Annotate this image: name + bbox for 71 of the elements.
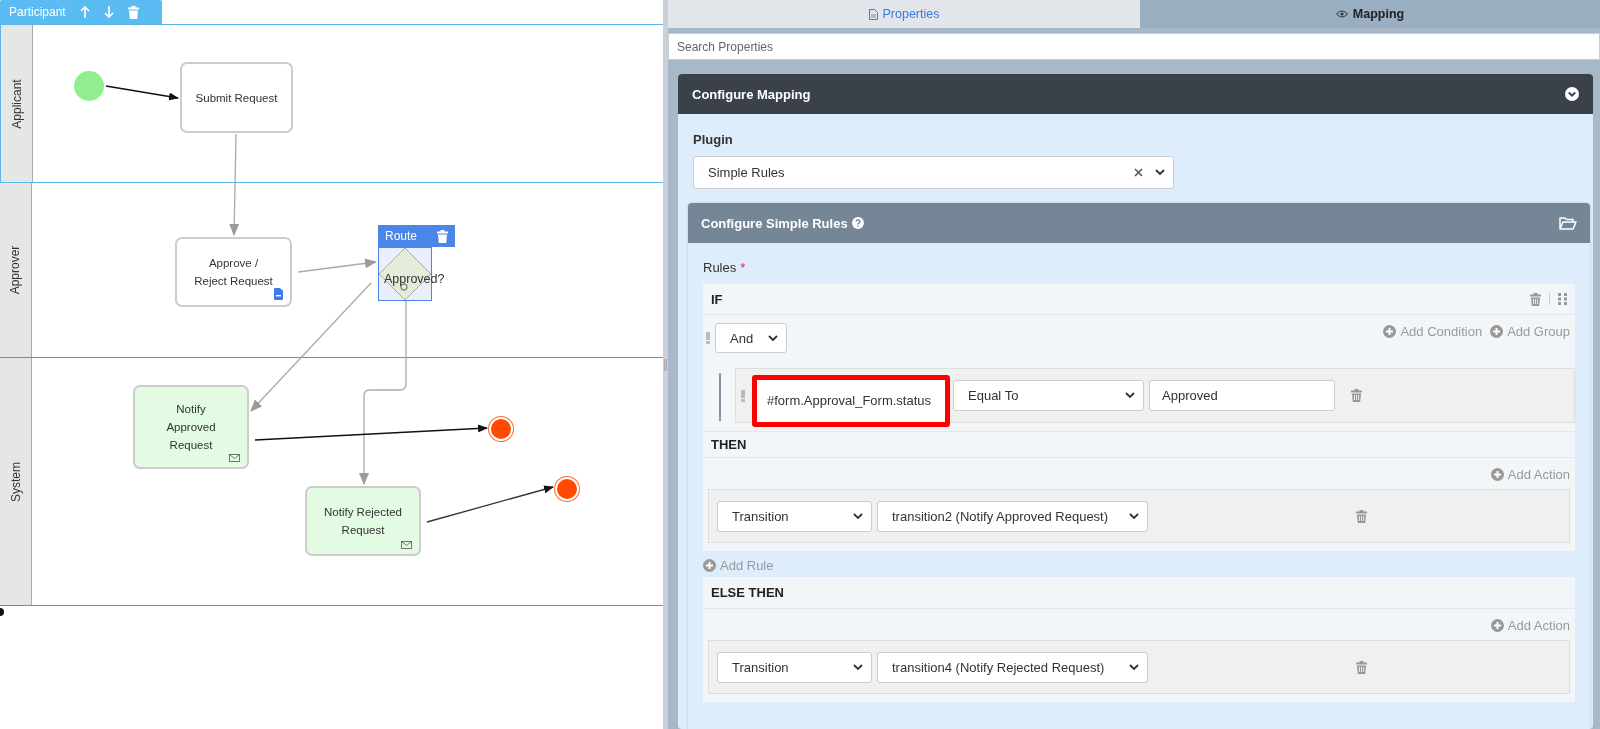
caret-icon xyxy=(1155,169,1165,176)
task-node[interactable]: Notify Rejected Request xyxy=(305,486,421,556)
card-header[interactable]: Configure Mapping xyxy=(678,74,1593,114)
task-label: Notify Approved Request xyxy=(165,402,217,453)
search-field[interactable]: Search Properties xyxy=(668,33,1600,60)
drag-dots-icon[interactable] xyxy=(1558,293,1567,305)
sequence-flow-arrow[interactable] xyxy=(254,424,488,441)
sequence-flow-arrow[interactable] xyxy=(105,85,179,101)
end-event[interactable] xyxy=(555,477,579,501)
lane-label: Applicant xyxy=(9,78,24,129)
plus-circle-icon xyxy=(703,558,716,572)
trash-icon[interactable] xyxy=(1530,292,1541,306)
plus-circle-icon xyxy=(1383,325,1397,338)
toolbar-label: Participant xyxy=(9,5,66,19)
task-label: Approve / Reject Request xyxy=(193,256,274,289)
sequence-flow-arrow[interactable] xyxy=(426,485,554,523)
plugin-dropdown[interactable]: Simple Rules xyxy=(693,156,1174,189)
toolbar-label: Route xyxy=(385,229,418,243)
task-node[interactable]: Submit Request xyxy=(180,62,293,133)
lane-label: System xyxy=(8,461,23,502)
caret-icon xyxy=(1129,663,1139,671)
clear-icon[interactable] xyxy=(1134,168,1143,177)
caret-icon xyxy=(1129,512,1139,520)
trash-icon[interactable] xyxy=(1351,389,1362,402)
condition-field[interactable]: #form.Approval_Form.status xyxy=(752,374,950,427)
envelope-icon xyxy=(229,454,240,462)
caret-icon xyxy=(768,334,778,342)
arrow-down-icon[interactable] xyxy=(103,6,114,18)
value-field[interactable]: Approved xyxy=(1149,380,1335,411)
action-type-dropdown[interactable]: Transition xyxy=(717,651,872,683)
section-heading: THEN xyxy=(711,437,747,452)
trash-icon[interactable] xyxy=(1356,509,1367,523)
start-event[interactable] xyxy=(74,71,104,101)
arrow-up-icon[interactable] xyxy=(79,6,90,18)
comparison-dropdown[interactable]: Equal To xyxy=(953,380,1144,411)
caret-icon xyxy=(853,512,863,520)
plus-circle-icon xyxy=(1490,467,1504,481)
end-event[interactable] xyxy=(489,417,513,441)
section-heading: IF xyxy=(711,291,723,307)
task-node[interactable]: Approve / Reject Request xyxy=(175,237,292,307)
folder-open-icon[interactable] xyxy=(1559,216,1577,230)
trash-icon[interactable] xyxy=(1356,660,1367,674)
card-title: Configure Mapping xyxy=(692,86,811,102)
drag-handle-icon[interactable] xyxy=(741,389,745,402)
trash-icon[interactable] xyxy=(127,5,139,19)
document-icon xyxy=(274,288,283,300)
document-icon xyxy=(868,8,878,20)
task-label: Notify Rejected Request xyxy=(323,505,403,538)
task-label: Submit Request xyxy=(194,90,279,106)
caret-icon xyxy=(853,663,863,671)
operator-dropdown[interactable]: And xyxy=(715,323,787,353)
panel-tab[interactable]: Mapping xyxy=(1140,0,1600,28)
envelope-icon xyxy=(401,541,412,549)
plus-circle-icon xyxy=(1490,325,1504,338)
transition-dropdown[interactable]: transition2 (Notify Approved Request) xyxy=(877,500,1148,532)
trash-icon[interactable] xyxy=(437,229,448,243)
field-label: Rules * xyxy=(703,260,747,276)
chevron-down-circle-icon[interactable] xyxy=(1565,87,1579,101)
action-type-dropdown[interactable]: Transition xyxy=(717,500,872,532)
splitter-grip-icon[interactable] xyxy=(664,358,667,371)
section-heading: ELSE THEN xyxy=(711,585,784,600)
plus-circle-icon xyxy=(1490,618,1504,632)
card-title: Configure Simple Rules xyxy=(701,215,848,231)
lane-label: Approver xyxy=(8,245,23,295)
drag-handle-icon[interactable] xyxy=(706,332,710,344)
field-label: Plugin xyxy=(693,132,734,148)
task-node[interactable]: Notify Approved Request xyxy=(133,385,249,469)
help-icon[interactable] xyxy=(851,217,864,229)
eye-icon xyxy=(1335,10,1348,18)
transition-dropdown[interactable]: transition4 (Notify Rejected Request) xyxy=(877,651,1148,683)
caret-icon xyxy=(1125,392,1135,399)
